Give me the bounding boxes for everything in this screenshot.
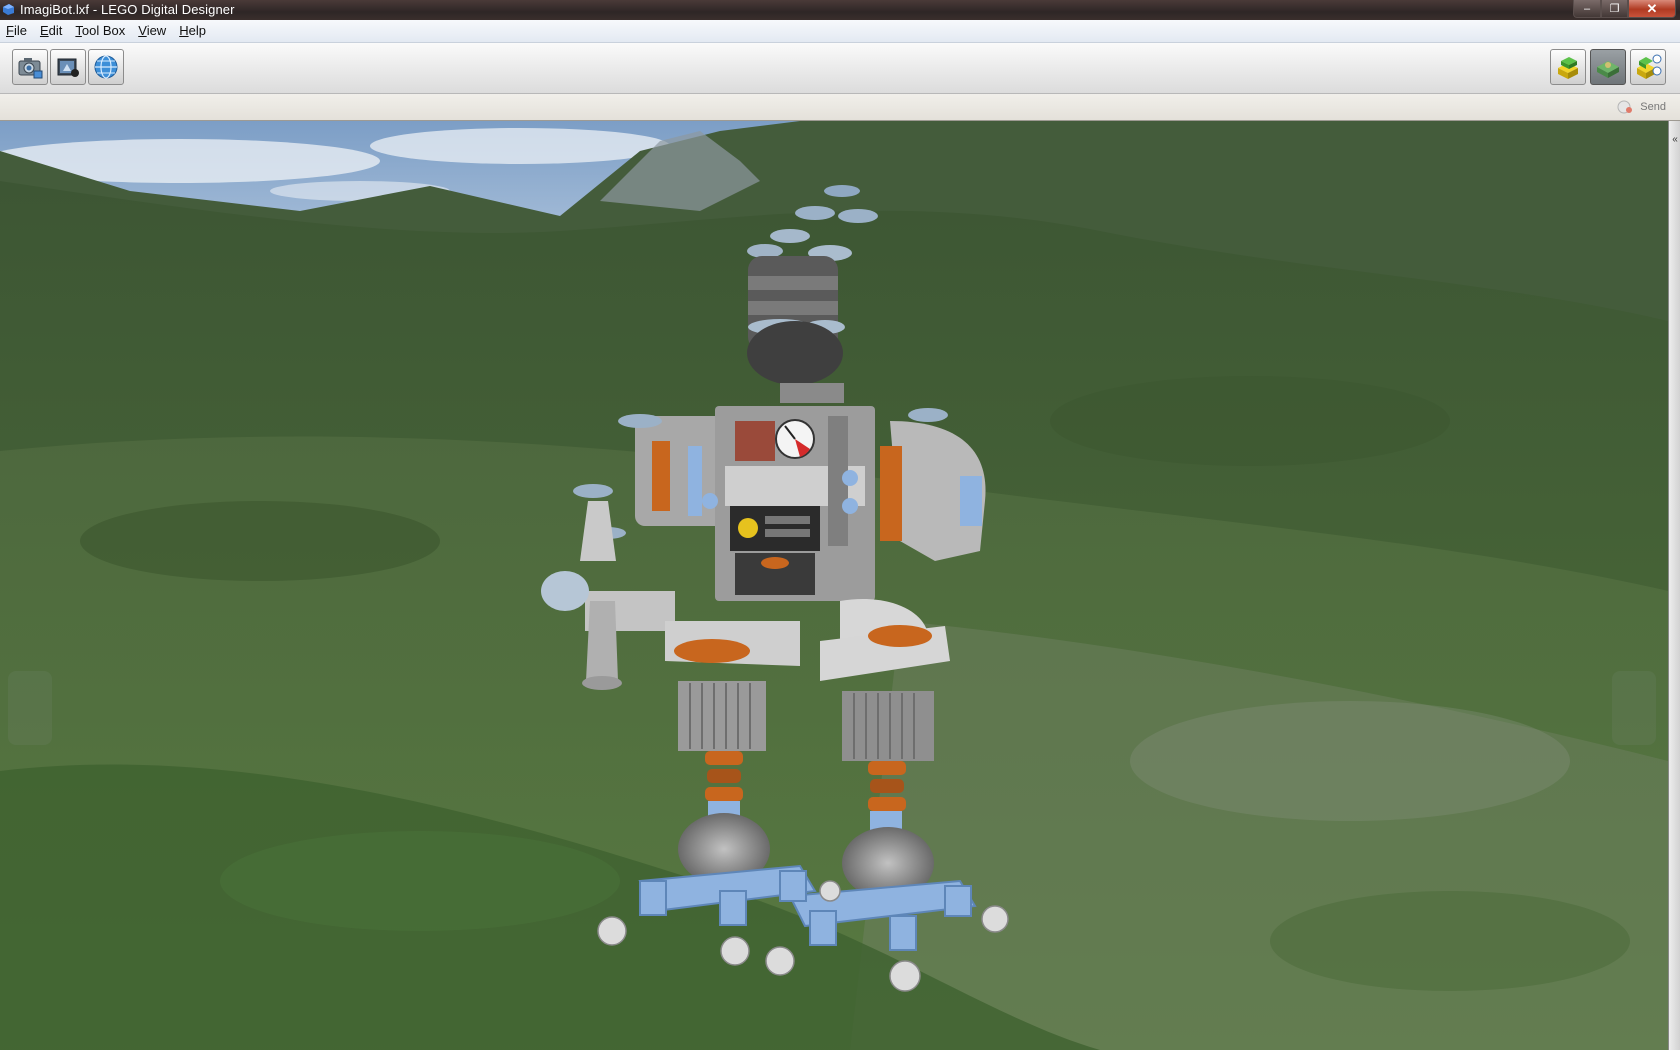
main-toolbar xyxy=(0,43,1680,94)
minimize-button[interactable]: – xyxy=(1573,0,1601,18)
share-online-button[interactable] xyxy=(88,49,124,85)
menu-bar: File Edit Tool Box View Help xyxy=(0,20,1680,43)
3d-viewport[interactable] xyxy=(0,121,1668,1050)
send-label: Send xyxy=(1640,101,1666,113)
camera-screenshot-icon xyxy=(18,58,43,79)
robot-left-leg xyxy=(678,681,766,751)
left-panel-handle[interactable] xyxy=(8,671,52,745)
menu-file[interactable]: File xyxy=(0,20,34,42)
build-instructions-icon xyxy=(57,58,79,77)
globe-share-icon xyxy=(94,55,118,79)
mountain-landscape-background xyxy=(0,121,1668,1050)
send-icon xyxy=(1617,100,1633,114)
view-mode-button[interactable] xyxy=(1590,49,1626,85)
right-collapse-bar[interactable]: « xyxy=(1668,121,1680,1050)
building-guide-mode-icon xyxy=(1637,54,1662,79)
menu-file-label: File xyxy=(6,23,27,38)
menu-view[interactable]: View xyxy=(132,20,173,42)
build-mode-icon xyxy=(1558,57,1578,79)
menu-toolbox-label: Tool Box xyxy=(75,23,126,38)
window-title: ImagiBot.lxf - LEGO Digital Designer xyxy=(20,2,235,17)
menu-help[interactable]: Help xyxy=(173,20,213,42)
send-button[interactable]: Send xyxy=(1616,97,1666,117)
right-panel-handle[interactable] xyxy=(1612,671,1656,745)
robot-right-leg xyxy=(842,691,934,761)
window-title-bar: ImagiBot.lxf - LEGO Digital Designer – ❐… xyxy=(0,0,1680,20)
menu-toolbox[interactable]: Tool Box xyxy=(69,20,132,42)
robot-neck xyxy=(747,321,843,385)
collapse-arrow-icon[interactable]: « xyxy=(1670,133,1680,147)
send-bar: Send xyxy=(0,94,1680,121)
building-guide-button[interactable] xyxy=(1630,49,1666,85)
lego-app-icon xyxy=(3,4,14,15)
close-button[interactable]: ✕ xyxy=(1628,0,1676,18)
menu-edit-label: Edit xyxy=(39,23,63,38)
build-mode-button[interactable] xyxy=(1550,49,1586,85)
maximize-button[interactable]: ❐ xyxy=(1601,0,1628,18)
view-mode-icon xyxy=(1597,61,1619,78)
menu-help-label: Help xyxy=(179,23,206,38)
robot-left-arm xyxy=(635,416,725,526)
menu-edit[interactable]: Edit xyxy=(34,20,69,42)
screenshot-button[interactable] xyxy=(12,49,48,85)
menu-view-label: View xyxy=(138,23,167,38)
red-panel xyxy=(735,421,775,461)
instructions-button[interactable] xyxy=(50,49,86,85)
